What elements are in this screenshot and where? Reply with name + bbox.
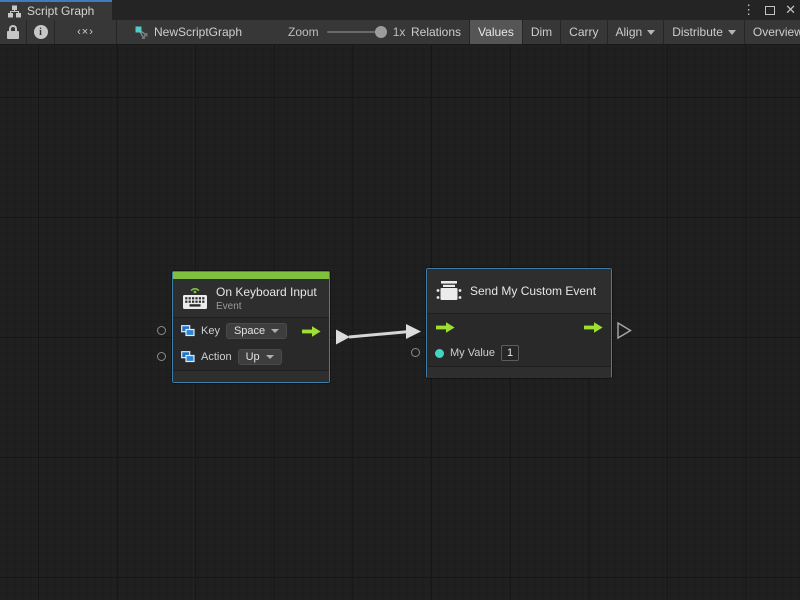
node-footer bbox=[173, 370, 329, 382]
info-icon: i bbox=[34, 25, 48, 39]
key-dropdown[interactable]: Space bbox=[226, 323, 287, 339]
carry-button[interactable]: Carry bbox=[561, 20, 607, 44]
node-send-my-custom-event[interactable]: Send My Custom Event M bbox=[426, 268, 612, 378]
script-graph-asset-icon bbox=[135, 26, 148, 39]
more-menu-icon[interactable]: ⋮ bbox=[742, 0, 755, 20]
zoom-slider[interactable] bbox=[327, 31, 385, 33]
chevron-down-icon bbox=[266, 355, 274, 359]
chevron-down-icon bbox=[647, 30, 655, 35]
angle-brackets-icon: ‹×› bbox=[77, 26, 94, 38]
script-graph-window: Script Graph ⋮ ✕ i ‹×› NewScriptGraph bbox=[0, 0, 800, 600]
lock-button[interactable] bbox=[0, 20, 27, 44]
action-input-port[interactable] bbox=[157, 352, 166, 361]
node-subtitle: Event bbox=[216, 301, 317, 312]
close-icon[interactable]: ✕ bbox=[785, 0, 796, 20]
graph-name-text: NewScriptGraph bbox=[154, 25, 242, 39]
graph-canvas[interactable]: On Keyboard Input Event Key Space bbox=[0, 45, 800, 600]
window-controls: ⋮ ✕ bbox=[742, 0, 796, 20]
graph-name-label: NewScriptGraph bbox=[135, 20, 242, 44]
node-title: Send My Custom Event bbox=[470, 284, 596, 298]
predictable-port-icon bbox=[181, 325, 195, 337]
node-title: On Keyboard Input bbox=[216, 285, 317, 299]
my-value-input-port[interactable] bbox=[411, 348, 420, 357]
key-input-port[interactable] bbox=[157, 326, 166, 335]
node-on-keyboard-input[interactable]: On Keyboard Input Event Key Space bbox=[172, 271, 330, 383]
port-label: Key bbox=[201, 325, 220, 337]
port-label: Action bbox=[201, 351, 232, 363]
wire-arrowhead bbox=[406, 324, 421, 339]
port-row-my-value: My Value 1 bbox=[427, 340, 611, 366]
node-accent-bar bbox=[173, 272, 329, 279]
zoom-slider-handle[interactable] bbox=[375, 26, 387, 38]
relations-button[interactable]: Relations bbox=[403, 20, 470, 44]
values-button[interactable]: Values bbox=[470, 20, 523, 44]
value-port-dot-icon bbox=[435, 349, 444, 358]
flow-output-arrow-icon[interactable] bbox=[583, 321, 604, 334]
keyboard-icon bbox=[182, 286, 208, 310]
port-label: My Value bbox=[450, 347, 495, 359]
chevron-down-icon bbox=[271, 329, 279, 333]
distribute-dropdown-button[interactable]: Distribute bbox=[664, 20, 745, 44]
zoom-label: Zoom bbox=[288, 25, 319, 39]
tab-script-graph[interactable]: Script Graph bbox=[0, 0, 112, 20]
flow-trigger-arrow-icon[interactable] bbox=[301, 325, 322, 338]
tab-title: Script Graph bbox=[27, 4, 94, 18]
graph-hierarchy-icon bbox=[8, 5, 21, 18]
toolbar-buttons: Relations Values Dim Carry Align Distrib… bbox=[403, 20, 800, 44]
chevron-down-icon bbox=[728, 30, 736, 35]
overview-button[interactable]: Overview bbox=[745, 20, 800, 44]
graph-toolbar: i ‹×› NewScriptGraph Zoom 1x Relations V… bbox=[0, 20, 800, 45]
align-dropdown-button[interactable]: Align bbox=[608, 20, 665, 44]
dim-button[interactable]: Dim bbox=[523, 20, 561, 44]
zoom-control: Zoom 1x bbox=[288, 20, 405, 44]
node-header: On Keyboard Input Event bbox=[173, 279, 329, 317]
info-button[interactable]: i bbox=[27, 20, 55, 44]
port-row-action: Action Up bbox=[173, 344, 329, 370]
custom-event-icon bbox=[436, 278, 462, 304]
node-footer bbox=[427, 366, 611, 378]
action-dropdown[interactable]: Up bbox=[238, 349, 282, 365]
port-row-key: Key Space bbox=[173, 318, 329, 344]
title-bar: Script Graph ⋮ ✕ bbox=[0, 0, 800, 20]
flow-input-arrow-icon[interactable] bbox=[435, 321, 456, 334]
node-header: Send My Custom Event bbox=[427, 269, 611, 313]
connection-wire[interactable] bbox=[349, 332, 407, 337]
maximize-icon[interactable] bbox=[765, 6, 775, 15]
flow-port-row bbox=[427, 314, 611, 340]
predictable-port-icon bbox=[181, 351, 195, 363]
code-view-button[interactable]: ‹×› bbox=[55, 20, 117, 44]
wire-source-cap[interactable] bbox=[336, 330, 350, 345]
flow-output-port-triangle[interactable] bbox=[618, 323, 631, 338]
wire-layer bbox=[0, 45, 800, 600]
lock-icon bbox=[7, 25, 19, 39]
my-value-input[interactable]: 1 bbox=[501, 345, 519, 361]
